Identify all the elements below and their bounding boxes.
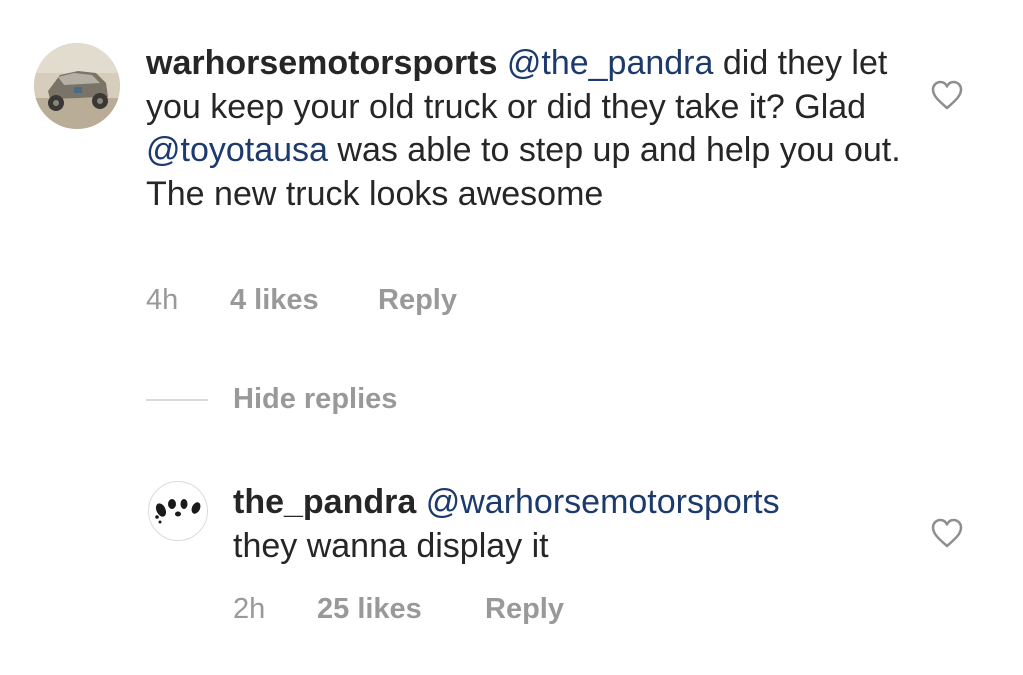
reply-body: the_pandra @warhorsemotorsports they wan…: [233, 481, 993, 568]
reply-likes-count[interactable]: 25 likes: [317, 593, 485, 626]
comment-mention[interactable]: @the_pandra: [507, 44, 714, 82]
like-heart-icon[interactable]: [930, 79, 964, 111]
comment-username[interactable]: warhorsemotorsports: [146, 44, 497, 82]
reply-avatar[interactable]: [148, 481, 208, 541]
reply-reply-button[interactable]: Reply: [485, 593, 564, 626]
reply-button[interactable]: Reply: [378, 284, 457, 317]
divider-line: [146, 398, 208, 401]
reply-text: they wanna display it: [233, 526, 549, 565]
comment-likes-count[interactable]: 4 likes: [230, 284, 378, 317]
reply-meta: 2h 25 likes Reply: [233, 593, 564, 626]
reply-username[interactable]: the_pandra: [233, 483, 416, 521]
panda-icon: [155, 499, 201, 524]
hide-replies-toggle[interactable]: Hide replies: [146, 383, 397, 416]
heart-outline-icon: [931, 518, 963, 548]
avatar[interactable]: [34, 43, 120, 129]
comment-timestamp: 4h: [146, 284, 179, 316]
comment-mention-2[interactable]: @toyotausa: [146, 131, 328, 169]
reply-mention[interactable]: @warhorsemotorsports: [426, 483, 780, 521]
reply-timestamp: 2h: [233, 593, 266, 625]
reply-like-heart-icon[interactable]: [930, 517, 964, 549]
comment-body: warhorsemotorsports @the_pandra did they…: [146, 42, 906, 216]
comment-meta: 4h 4 likes Reply: [146, 284, 457, 317]
hide-replies-label: Hide replies: [233, 383, 398, 415]
heart-outline-icon: [931, 80, 963, 110]
avatar-photo: [34, 43, 120, 129]
